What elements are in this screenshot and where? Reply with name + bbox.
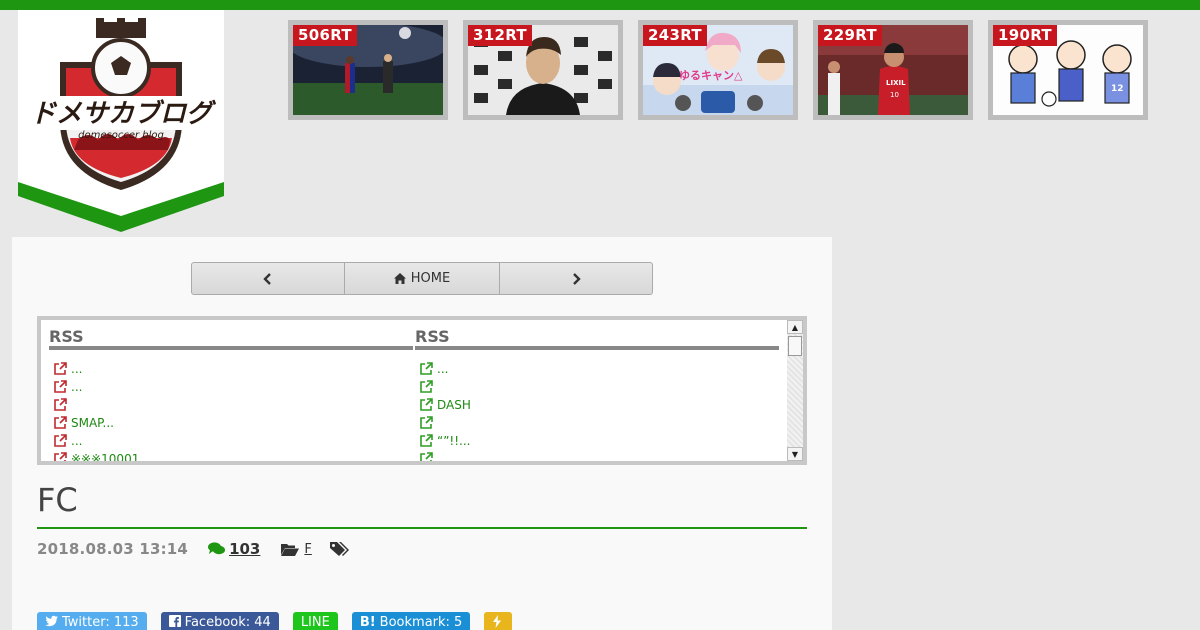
- chevron-right-icon: [573, 272, 581, 285]
- site-logo[interactable]: ドメサカブログ domesoccer blog: [18, 10, 224, 232]
- post-title: FC: [37, 481, 807, 529]
- rss-link[interactable]: [419, 450, 779, 461]
- scrollbar-thumb[interactable]: [788, 336, 802, 356]
- rss-feed-scroll-area[interactable]: RSS ... ... SMAP... ... ※※※10001 RSS ...…: [41, 320, 803, 461]
- external-link-icon: [420, 434, 433, 447]
- external-link-icon: [420, 380, 433, 393]
- folder-open-icon: [281, 543, 300, 556]
- post-meta: 2018.08.03 13:14 103 F: [37, 540, 349, 558]
- home-label: HOME: [410, 271, 451, 286]
- external-link-icon: [54, 416, 67, 429]
- tags-icon: [329, 541, 349, 556]
- rss-link-text: “”!!...: [437, 434, 471, 448]
- external-link-icon: [54, 452, 67, 461]
- hatena-bookmark-label: Bookmark: 5: [379, 615, 463, 630]
- home-icon: [393, 273, 406, 284]
- popular-post-1[interactable]: 506RT: [288, 20, 448, 120]
- tags-link[interactable]: [329, 541, 349, 557]
- svg-text:10: 10: [890, 91, 899, 99]
- hatena-bookmark-button[interactable]: B! Bookmark: 5: [351, 612, 471, 630]
- external-link-icon: [420, 416, 433, 429]
- twitter-share-label: Twitter: 113: [62, 615, 139, 630]
- hatena-bookmark-icon: B!: [359, 615, 376, 630]
- popular-post-4[interactable]: LIXIL 10 229RT: [813, 20, 973, 120]
- rss-link[interactable]: ...: [53, 378, 413, 396]
- svg-text:12: 12: [1111, 84, 1124, 94]
- rss-link[interactable]: ...: [53, 360, 413, 378]
- scroll-down-arrow-icon[interactable]: ▼: [787, 447, 803, 461]
- rss-link[interactable]: “”!!...: [419, 432, 779, 450]
- external-link-icon: [54, 398, 67, 411]
- rss-link-text: DASH: [437, 398, 471, 412]
- top-bar: [0, 0, 1200, 10]
- line-share-label: LINE: [300, 615, 330, 630]
- post-pager: HOME: [191, 262, 653, 295]
- line-share-button[interactable]: LINE: [292, 612, 338, 630]
- home-button[interactable]: HOME: [345, 263, 500, 294]
- twitter-icon: [45, 615, 58, 627]
- facebook-share-button[interactable]: Facebook: 44: [160, 612, 279, 630]
- rss-link[interactable]: ...: [53, 432, 413, 450]
- rss-column-title: RSS: [49, 320, 413, 350]
- twitter-share-button[interactable]: Twitter: 113: [37, 612, 147, 630]
- rss-link-text: ...: [71, 362, 83, 376]
- facebook-share-label: Facebook: 44: [184, 615, 271, 630]
- rss-link-text: ...: [437, 362, 449, 376]
- category-label: F: [304, 541, 312, 557]
- comments-count: 103: [229, 540, 261, 558]
- share-buttons: Twitter: 113 Facebook: 44 LINE B! Bookma…: [37, 612, 513, 630]
- category-link[interactable]: F: [281, 541, 312, 557]
- svg-text:LIXIL: LIXIL: [886, 79, 906, 87]
- svg-text:ゆるキャン△: ゆるキャン△: [679, 69, 743, 82]
- external-link-icon: [420, 362, 433, 375]
- rss-link[interactable]: ...: [419, 360, 779, 378]
- popular-post-2[interactable]: 312RT: [463, 20, 623, 120]
- rss-column-title: RSS: [415, 320, 779, 350]
- pocket-share-button[interactable]: [484, 612, 513, 630]
- rss-scrollbar[interactable]: ▲ ▼: [787, 320, 803, 461]
- comments-link[interactable]: 103: [208, 540, 260, 558]
- retweet-count-badge: 506RT: [293, 25, 357, 46]
- scroll-up-arrow-icon[interactable]: ▲: [787, 320, 803, 334]
- rss-feed-box: RSS ... ... SMAP... ... ※※※10001 RSS ...…: [37, 316, 807, 465]
- popular-post-3[interactable]: ゆるキャン△ 243RT: [638, 20, 798, 120]
- retweet-count-badge: 312RT: [468, 25, 532, 46]
- facebook-icon: [168, 615, 181, 627]
- retweet-count-badge: 190RT: [993, 25, 1057, 46]
- rss-column-right: RSS ... DASH “”!!...: [415, 320, 779, 461]
- rss-link[interactable]: DASH: [419, 396, 779, 414]
- external-link-icon: [54, 380, 67, 393]
- external-link-icon: [420, 398, 433, 411]
- external-link-icon: [54, 362, 67, 375]
- rss-link-text: SMAP...: [71, 416, 114, 430]
- rss-column-left: RSS ... ... SMAP... ... ※※※10001: [49, 320, 413, 461]
- comments-icon: [208, 542, 226, 555]
- retweet-count-badge: 243RT: [643, 25, 707, 46]
- rss-link-text: ...: [71, 434, 83, 448]
- post-date: 2018.08.03 13:14: [37, 540, 189, 558]
- popular-posts: 506RT 312RT ゆるキャン△ 243RT LIXIL 10 229RT …: [288, 20, 1148, 120]
- popular-post-5[interactable]: 12 190RT: [988, 20, 1148, 120]
- svg-text:ドメサカブログ: ドメサカブログ: [30, 99, 217, 129]
- previous-post-button[interactable]: [192, 263, 345, 294]
- rss-link[interactable]: [53, 396, 413, 414]
- external-link-icon: [54, 434, 67, 447]
- rss-link[interactable]: ※※※10001: [53, 450, 413, 461]
- rss-link-text: ...: [71, 380, 83, 394]
- rss-link[interactable]: [419, 378, 779, 396]
- main-content: HOME RSS ... ... SMAP... ... ※※※10001 RS…: [12, 237, 832, 630]
- chevron-left-icon: [263, 272, 271, 285]
- svg-text:domesoccer blog: domesoccer blog: [78, 130, 164, 141]
- external-link-icon: [420, 452, 433, 461]
- retweet-count-badge: 229RT: [818, 25, 882, 46]
- rss-link[interactable]: [419, 414, 779, 432]
- next-post-button[interactable]: [500, 263, 652, 294]
- bolt-icon: [493, 615, 502, 628]
- rss-link[interactable]: SMAP...: [53, 414, 413, 432]
- rss-link-text: ※※※10001: [71, 452, 140, 461]
